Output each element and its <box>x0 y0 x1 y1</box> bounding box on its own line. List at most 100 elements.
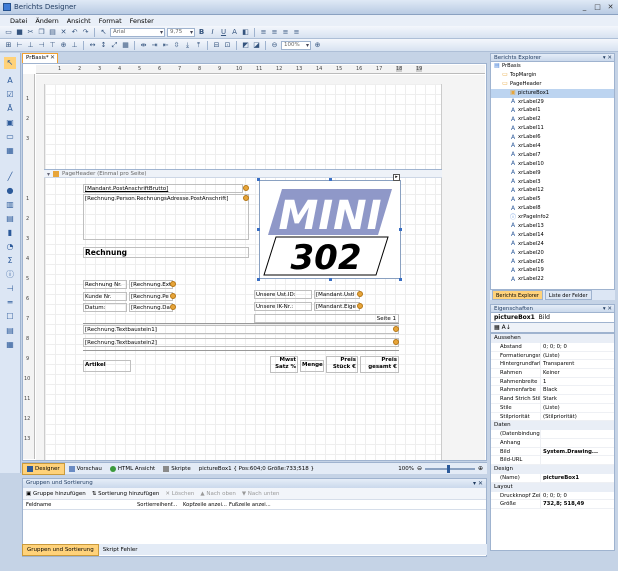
resize-handle[interactable] <box>257 178 260 181</box>
bold-icon[interactable]: B <box>197 28 206 37</box>
smart-tag-icon[interactable] <box>243 195 249 201</box>
tab-skript-fehler[interactable]: Skript Fehler <box>99 544 142 556</box>
field-textbaustein2[interactable]: [Rechnung.Textbaustein2] <box>83 338 399 347</box>
maximize-button[interactable]: □ <box>592 2 603 12</box>
page-header-band[interactable]: PageHeader (Einmal pro Seite) <box>44 169 442 178</box>
tree-node[interactable]: ⓘ xrPageInfo2 <box>491 213 614 222</box>
property-category[interactable]: Design <box>491 464 614 474</box>
menu-datei[interactable]: Datei <box>10 17 27 25</box>
field-mandant-postanschrift[interactable]: [Mandant.PostAnschriftBrutto] <box>83 184 243 193</box>
subreport-tool-icon[interactable]: ▤ <box>4 325 16 337</box>
justify-icon[interactable]: ≡ <box>292 28 301 37</box>
column-header-menge[interactable]: Menge <box>300 360 324 372</box>
tab-gruppen-sortierung[interactable]: Gruppen und Sortierung <box>22 543 99 556</box>
align-rights-icon[interactable]: ⊣ <box>37 41 46 50</box>
tab-berichts-explorer[interactable]: Berichts Explorer <box>492 290 543 300</box>
properties-controls-icon[interactable]: ▾ ✕ <box>603 305 612 314</box>
column-header-mwst[interactable]: Mwst Satz % <box>270 356 298 373</box>
column-header-preis-stueck[interactable]: Preis Stück € <box>326 356 358 373</box>
column-header-preis-gesamt[interactable]: Preis gesamt € <box>360 356 399 373</box>
table-tool-icon[interactable]: ▦ <box>4 145 16 157</box>
align-middles-icon[interactable]: ⊕ <box>59 41 68 50</box>
same-width-icon[interactable]: ↔ <box>88 41 97 50</box>
underline-icon[interactable]: U <box>219 28 228 37</box>
property-row[interactable]: Druckknopf Zeilen0; 0; 0; 0 <box>491 491 614 501</box>
tree-node[interactable]: AxrLabel29 <box>491 98 614 107</box>
barcode-tool-icon[interactable]: ▥ <box>4 199 16 211</box>
vspacing-dec-icon[interactable]: ⤒ <box>194 41 203 50</box>
richtext-tool-icon[interactable]: Ā <box>4 103 16 115</box>
align-lefts-icon[interactable]: ⊢ <box>15 41 24 50</box>
bring-front-icon[interactable]: ◩ <box>241 41 250 50</box>
add-sorting-button[interactable]: ⇅ Sortierung hinzufügen <box>92 491 160 497</box>
label-ust-id[interactable]: Unsere Ust.ID: <box>254 290 312 299</box>
tree-node[interactable]: AxrLabel13 <box>491 222 614 231</box>
band-collapse-icon[interactable]: ▾ <box>47 171 50 178</box>
property-row[interactable]: Rahmenbreite 1 <box>491 377 614 387</box>
tree-node[interactable]: AxrLabel4 <box>491 142 614 151</box>
same-height-icon[interactable]: ↕ <box>99 41 108 50</box>
property-row[interactable]: Stile (Liste) <box>491 403 614 413</box>
tree-node[interactable]: ▤ PrBasis <box>491 62 614 71</box>
property-value[interactable]: pictureBox1 <box>541 474 614 482</box>
copy-icon[interactable]: ❐ <box>37 28 46 37</box>
vspacing-icon[interactable]: ⇳ <box>172 41 181 50</box>
smart-tag-icon[interactable] <box>393 339 399 345</box>
property-row[interactable]: (Name) pictureBox1 <box>491 473 614 483</box>
close-document-icon[interactable]: ✕ <box>50 54 55 61</box>
italic-icon[interactable]: I <box>208 28 217 37</box>
property-row[interactable]: Rand Strich Stil Stark <box>491 395 614 404</box>
property-row[interactable]: HintergrundfarbeTransparent <box>491 360 614 370</box>
column-kopfzeile[interactable]: Kopfzeile anzei... <box>183 500 229 509</box>
smart-tag-icon[interactable] <box>170 293 176 299</box>
label-kunde-nr[interactable]: Kunde Nr. <box>83 292 127 301</box>
property-value[interactable]: 732,8; 518,49 <box>541 500 614 508</box>
property-value[interactable] <box>541 456 614 464</box>
crossband-box-tool-icon[interactable]: ☐ <box>4 311 16 323</box>
property-row[interactable]: Stilpriorität (Stilpriorität) <box>491 412 614 422</box>
label-datum[interactable]: Datum: <box>83 303 127 312</box>
column-sortierreihenfolge[interactable]: Sortierreihenf... <box>137 500 183 509</box>
sparkline-tool-icon[interactable]: Σ <box>4 255 16 267</box>
property-value[interactable]: 0; 0; 0; 0 <box>541 343 614 351</box>
column-feldname[interactable]: Feldname <box>23 500 137 509</box>
panel-tool-icon[interactable]: ▭ <box>4 131 16 143</box>
label-ik-nr[interactable]: Unsere IK-Nr.: <box>254 302 312 311</box>
property-row[interactable]: Formatierungsreg(Liste) <box>491 351 614 361</box>
field-ik-nr[interactable]: [Mandant.Eige <box>314 302 360 311</box>
menu-aendern[interactable]: Ändern <box>35 17 58 25</box>
font-combo[interactable]: Arial <box>110 27 165 37</box>
zoom-in-icon[interactable]: ⊕ <box>313 41 322 50</box>
tree-node[interactable]: AxrLabel12 <box>491 186 614 195</box>
align-grid-icon[interactable]: ⊞ <box>4 41 13 50</box>
column-fusszeile[interactable]: Fußzeile anzei... <box>229 500 275 509</box>
property-category[interactable]: Aussehen <box>491 334 614 343</box>
save-icon[interactable]: ■ <box>15 28 24 37</box>
explorer-controls-icon[interactable]: ▾ ✕ <box>603 54 612 63</box>
property-value[interactable] <box>541 430 614 438</box>
property-row[interactable]: Abstand 0; 0; 0; 0 <box>491 343 614 352</box>
tree-node[interactable]: AxrLabel2 <box>491 115 614 124</box>
hspacing-dec-icon[interactable]: ⇤ <box>161 41 170 50</box>
property-value[interactable]: 1 <box>541 378 614 386</box>
field-rechnungsadresse[interactable]: [Rechnung.Person.RechnungsAdresse.PostAn… <box>83 194 249 240</box>
column-header-artikel[interactable]: Artikel <box>83 360 131 372</box>
tab-designer[interactable]: Designer <box>22 462 65 475</box>
zoom-combo[interactable]: 100% <box>281 40 311 50</box>
crossband-line-tool-icon[interactable]: ═ <box>4 297 16 309</box>
same-size-icon[interactable]: ⤢ <box>110 41 119 50</box>
pointer-tool-icon[interactable]: ↖ <box>4 57 16 69</box>
tree-node[interactable]: AxrLabel24 <box>491 240 614 249</box>
tab-skripte[interactable]: Skripte <box>159 463 195 475</box>
resize-handle[interactable] <box>257 278 260 281</box>
tree-node[interactable]: AxrLabel11 <box>491 124 614 133</box>
tab-vorschau[interactable]: Vorschau <box>65 463 106 475</box>
property-value[interactable]: Keiner <box>541 369 614 377</box>
resize-handle[interactable] <box>257 228 260 231</box>
align-bottoms-icon[interactable]: ⊥ <box>70 41 79 50</box>
pivot-tool-icon[interactable]: ▦ <box>4 339 16 351</box>
center-h-icon[interactable]: ⊟ <box>212 41 221 50</box>
smart-tag-icon[interactable] <box>170 304 176 310</box>
property-value[interactable]: 0; 0; 0; 0 <box>541 492 614 500</box>
redo-icon[interactable]: ↷ <box>81 28 90 37</box>
